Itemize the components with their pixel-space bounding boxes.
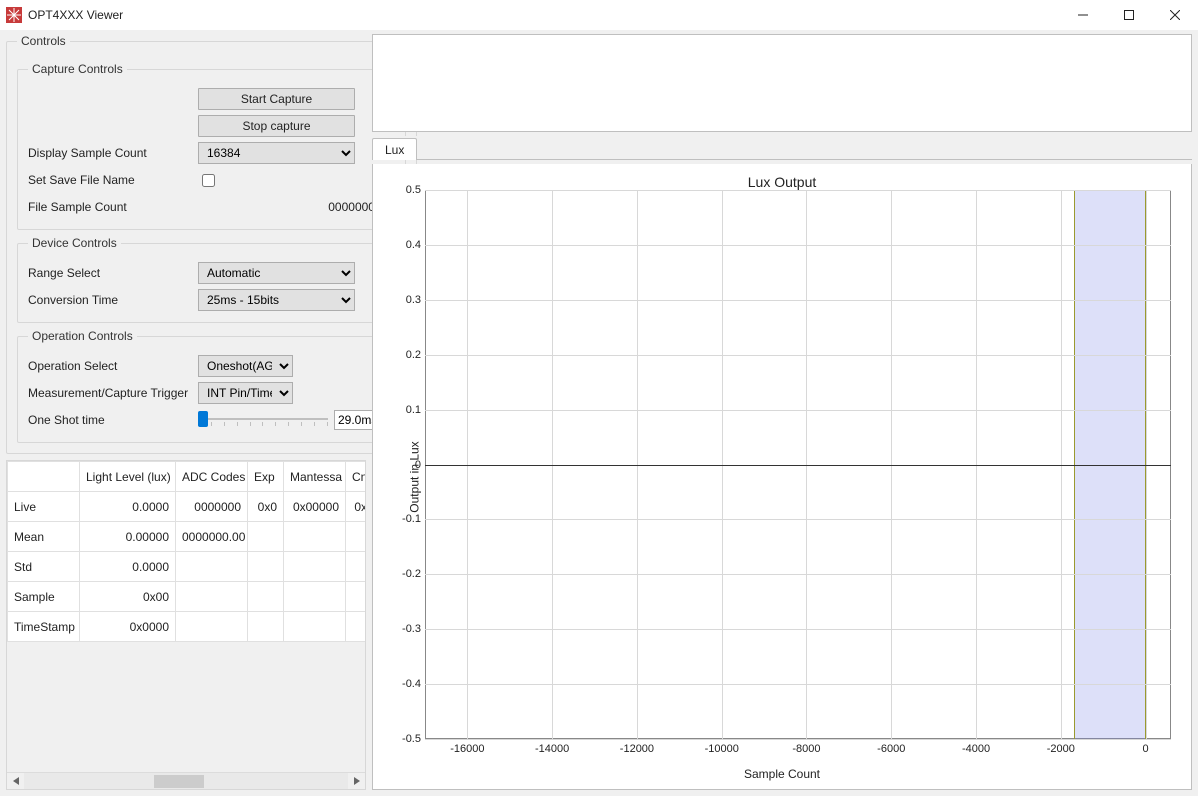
operation-select[interactable]: Oneshot(AGC) bbox=[198, 355, 293, 377]
capture-controls-group: Capture Controls Start Capture Stop capt… bbox=[17, 62, 406, 230]
stop-capture-button[interactable]: Stop capture bbox=[198, 115, 355, 137]
table-header[interactable]: Cnt bbox=[346, 462, 367, 492]
table-header[interactable] bbox=[8, 462, 80, 492]
set-save-file-label: Set Save File Name bbox=[28, 173, 198, 187]
chart-title: Lux Output bbox=[373, 174, 1191, 190]
operation-select-label: Operation Select bbox=[28, 359, 198, 373]
data-grid[interactable]: Light Level (lux)ADC CodesExpMantessaCnt… bbox=[7, 461, 366, 642]
chart-frame: Lux Output Output in Lux Sample Count -1… bbox=[372, 164, 1192, 790]
data-table-panel: Light Level (lux)ADC CodesExpMantessaCnt… bbox=[6, 460, 366, 790]
operation-controls-group: Operation Controls Operation Select Ones… bbox=[17, 329, 406, 443]
table-row[interactable]: Live0.000000000000x00x000000x bbox=[8, 492, 367, 522]
chart-tabs: Lux bbox=[372, 136, 1192, 160]
display-sample-count-select[interactable]: 16384 bbox=[198, 142, 355, 164]
operation-legend: Operation Controls bbox=[28, 329, 137, 343]
conversion-time-select[interactable]: 25ms - 15bits bbox=[198, 289, 355, 311]
scroll-left-icon[interactable] bbox=[7, 773, 24, 790]
minimize-button[interactable] bbox=[1060, 0, 1106, 30]
scroll-right-icon[interactable] bbox=[348, 773, 365, 790]
device-controls-group: Device Controls Range Select Automatic C… bbox=[17, 236, 406, 323]
close-button[interactable] bbox=[1152, 0, 1198, 30]
trigger-select[interactable]: INT Pin/Timer bbox=[198, 382, 293, 404]
capture-legend: Capture Controls bbox=[28, 62, 127, 76]
controls-legend: Controls bbox=[17, 34, 70, 48]
table-header[interactable]: Mantessa bbox=[284, 462, 346, 492]
chart-xlabel: Sample Count bbox=[373, 767, 1191, 781]
oneshot-label: One Shot time bbox=[28, 413, 198, 427]
table-header[interactable]: Exp bbox=[248, 462, 284, 492]
maximize-button[interactable] bbox=[1106, 0, 1152, 30]
table-header[interactable]: Light Level (lux) bbox=[80, 462, 176, 492]
start-capture-button[interactable]: Start Capture bbox=[198, 88, 355, 110]
table-row[interactable]: Mean0.000000000000.00 bbox=[8, 522, 367, 552]
set-save-file-checkbox[interactable] bbox=[202, 174, 215, 187]
conv-label: Conversion Time bbox=[28, 293, 198, 307]
table-hscrollbar[interactable] bbox=[7, 772, 365, 789]
file-sample-count-label: File Sample Count bbox=[28, 200, 198, 214]
tab-lux[interactable]: Lux bbox=[372, 138, 417, 160]
window-title: OPT4XXX Viewer bbox=[28, 8, 123, 22]
status-panel bbox=[372, 34, 1192, 132]
range-label: Range Select bbox=[28, 266, 198, 280]
device-legend: Device Controls bbox=[28, 236, 121, 250]
trigger-label: Measurement/Capture Trigger bbox=[28, 386, 198, 400]
table-header[interactable]: ADC Codes bbox=[176, 462, 248, 492]
titlebar: OPT4XXX Viewer bbox=[0, 0, 1198, 30]
chart-ylabel: Output in Lux bbox=[408, 441, 422, 512]
oneshot-slider[interactable] bbox=[198, 409, 328, 431]
table-row[interactable]: Std0.0000 bbox=[8, 552, 367, 582]
controls-group: Controls Capture Controls Start Capture … bbox=[6, 34, 417, 454]
table-row[interactable]: TimeStamp0x0000 bbox=[8, 612, 367, 642]
display-sample-count-label: Display Sample Count bbox=[28, 146, 198, 160]
table-row[interactable]: Sample0x00 bbox=[8, 582, 367, 612]
chart-plot-area[interactable]: -16000-14000-12000-10000-8000-6000-4000-… bbox=[425, 190, 1171, 739]
app-icon bbox=[6, 7, 22, 23]
range-select[interactable]: Automatic bbox=[198, 262, 355, 284]
